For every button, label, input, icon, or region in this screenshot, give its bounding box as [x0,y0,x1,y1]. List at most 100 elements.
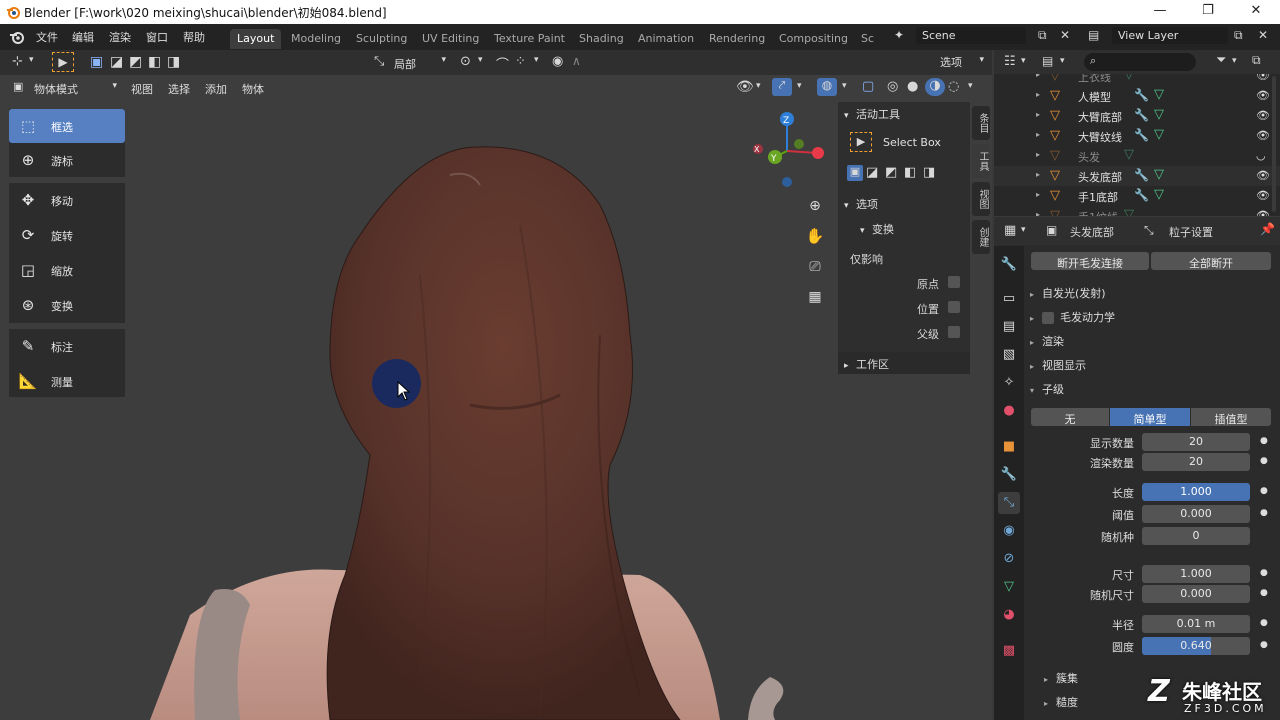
outliner-item[interactable]: ▸▽头发🔧▽◡ [994,146,1280,166]
emission-section[interactable]: ▸ 自发光(发射) [1030,281,1280,303]
solid-shading-icon[interactable]: ● [907,79,918,94]
size-field[interactable]: 1.000 [1142,565,1250,583]
options-dropdown[interactable]: 选项 ▾ [940,54,986,71]
tab-texture-paint[interactable]: Texture Paint [487,29,572,49]
roundness-slider[interactable]: 0.640 [1142,637,1250,655]
new-collection-icon[interactable]: ⧉ [1252,53,1261,68]
affect-parents-checkbox[interactable] [948,326,960,338]
menu-window[interactable]: 窗口 [146,29,168,45]
zoom-icon[interactable]: ⊕ [803,195,827,219]
view-layer-icon[interactable]: ▤ [1088,28,1099,42]
view-layer-selector[interactable]: View Layer [1112,27,1228,44]
tool-measure[interactable]: 📐 测量 [9,364,125,398]
menu-view[interactable]: 视图 [131,81,153,97]
eye-icon[interactable]: 👁 [1256,189,1270,202]
select-extend-mode-icon[interactable]: ◪ [866,165,878,180]
keyframe-dot-icon[interactable]: ● [1260,486,1268,496]
editor-type-icon[interactable]: ⊹ [12,54,23,69]
tab-create[interactable]: 创建 [972,220,990,254]
keyframe-dot-icon[interactable]: ● [1260,640,1268,650]
affect-origin-checkbox[interactable] [948,276,960,288]
select-intersect-mode-icon[interactable]: ◨ [923,165,935,180]
new-scene-icon[interactable]: ⧉ [1038,28,1047,43]
mode-dropdown[interactable]: ▣ 物体模式 ▾ [10,79,120,97]
pivot-point-icon[interactable]: ⊙ [460,54,471,69]
outliner-item[interactable]: ▸ ▽ 人模型 🔧 ▽ 👁 [994,86,1280,106]
minimize-button[interactable]: — [1150,3,1170,21]
hair-dynamics-section[interactable]: ▸ 毛发动力学 [1030,305,1280,327]
tool-move[interactable]: ✥ 移动 [9,183,125,217]
rendered-shading-icon[interactable]: ◌ [948,79,959,94]
tab-compositing[interactable]: Compositing [772,29,855,49]
select-extend-icon[interactable]: ◪ [110,54,123,70]
constraints-tab-icon[interactable]: ⊘ [998,548,1020,570]
keyframe-dot-icon[interactable]: ● [1260,456,1268,466]
eye-icon[interactable]: 👁 [1256,74,1270,82]
tool-annotate[interactable]: ✎ 标注 [9,329,125,363]
transform-subsection-header[interactable]: ▾ 变换 [854,217,970,239]
seed-field[interactable]: 0 [1142,527,1250,545]
modifier-tab-icon[interactable]: 🔧 [998,464,1020,486]
proportional-edit-icon[interactable]: ◉ [552,54,563,69]
tool-cursor[interactable]: ⊕ 游标 [9,143,125,177]
keyframe-dot-icon[interactable]: ● [1260,568,1268,578]
chevron-right-icon[interactable]: ▸ [1036,150,1040,159]
object-data-tab-icon[interactable]: ▽ [998,576,1020,598]
tab-view[interactable]: 视图 [972,182,990,216]
menu-object[interactable]: 物体 [242,81,264,97]
random-size-field[interactable]: 0.000 [1142,585,1250,603]
tab-item[interactable]: 条目 [972,106,990,140]
chevron-right-icon[interactable]: ▸ [1036,190,1040,199]
child-type-simple[interactable]: 简单型 [1110,408,1190,426]
length-field[interactable]: 1.000 [1142,483,1250,501]
tab-layout[interactable]: Layout [230,29,282,49]
snap-target-icon[interactable]: ⁘ [515,54,526,69]
tab-rendering[interactable]: Rendering [702,29,772,49]
orientation-icon[interactable]: ⤡ [374,54,384,69]
render-tab-icon[interactable]: ▭ [998,288,1020,310]
pan-hand-icon[interactable]: ✋ [803,225,827,249]
pin-icon[interactable]: 📌 [1260,222,1275,236]
wireframe-shading-icon[interactable]: ◎ [887,79,898,94]
select-mode-icon[interactable]: ▶ [52,52,74,72]
properties-editor-icon[interactable]: ▦ [1004,223,1016,238]
keyframe-dot-icon[interactable]: ● [1260,508,1268,518]
keyframe-dot-icon[interactable]: ● [1260,618,1268,628]
scene-tab-icon[interactable]: ✧ [998,372,1020,394]
chevron-right-icon[interactable]: ▸ [1036,74,1040,79]
physics-tab-icon[interactable]: ◉ [998,520,1020,542]
texture-tab-icon[interactable]: ▩ [998,640,1020,662]
workspace-section-header[interactable]: ▸ 工作区 [838,352,970,374]
child-type-interpolated[interactable]: 插值型 [1191,408,1271,426]
material-shading-icon[interactable]: ◑ [925,78,945,96]
select-subtract-mode-icon[interactable]: ◩ [885,165,897,180]
filter-icon[interactable]: ⏷ [1216,53,1226,68]
threshold-field[interactable]: 0.000 [1142,505,1250,523]
tool-tab-icon[interactable]: 🔧 [998,254,1020,276]
render-amount-field[interactable]: 20 [1142,453,1250,471]
remove-view-layer-icon[interactable]: ✕ [1258,28,1268,42]
select-new-mode-icon[interactable]: ▣ [847,165,863,181]
menu-edit[interactable]: 编辑 [72,29,94,45]
display-amount-field[interactable]: 20 [1142,433,1250,451]
children-section[interactable]: ▾ 子级 [1030,377,1280,399]
visibility-eye-icon[interactable]: 👁 [736,79,754,95]
affect-location-checkbox[interactable] [948,301,960,313]
display-mode-icon[interactable]: ▤ [1042,54,1053,68]
eye-icon[interactable]: 👁 [1256,129,1270,142]
new-view-layer-icon[interactable]: ⧉ [1234,28,1243,43]
navigation-gizmo[interactable]: Z Y X [745,111,830,191]
chevron-right-icon[interactable]: ▸ [1036,90,1040,99]
select-subtract-icon[interactable]: ◩ [129,54,142,70]
menu-select[interactable]: 选择 [168,81,190,97]
tab-scripting-truncated[interactable]: Sc [854,29,881,49]
eye-closed-icon[interactable]: ◡ [1256,149,1266,162]
eye-icon[interactable]: 👁 [1256,169,1270,182]
scene-icon[interactable]: ✦ [894,28,904,42]
outliner-item[interactable]: ▸ ▽ 头发底部 🔧 ▽ 👁 [994,166,1280,186]
select-invert-mode-icon[interactable]: ◧ [904,165,916,180]
disconnect-hair-button[interactable]: 断开毛发连接 [1031,252,1149,270]
render-section[interactable]: ▸ 渲染 [1030,329,1280,351]
options-section-header[interactable]: ▾ 选项 [838,192,970,214]
eye-icon[interactable]: 👁 [1256,209,1270,216]
